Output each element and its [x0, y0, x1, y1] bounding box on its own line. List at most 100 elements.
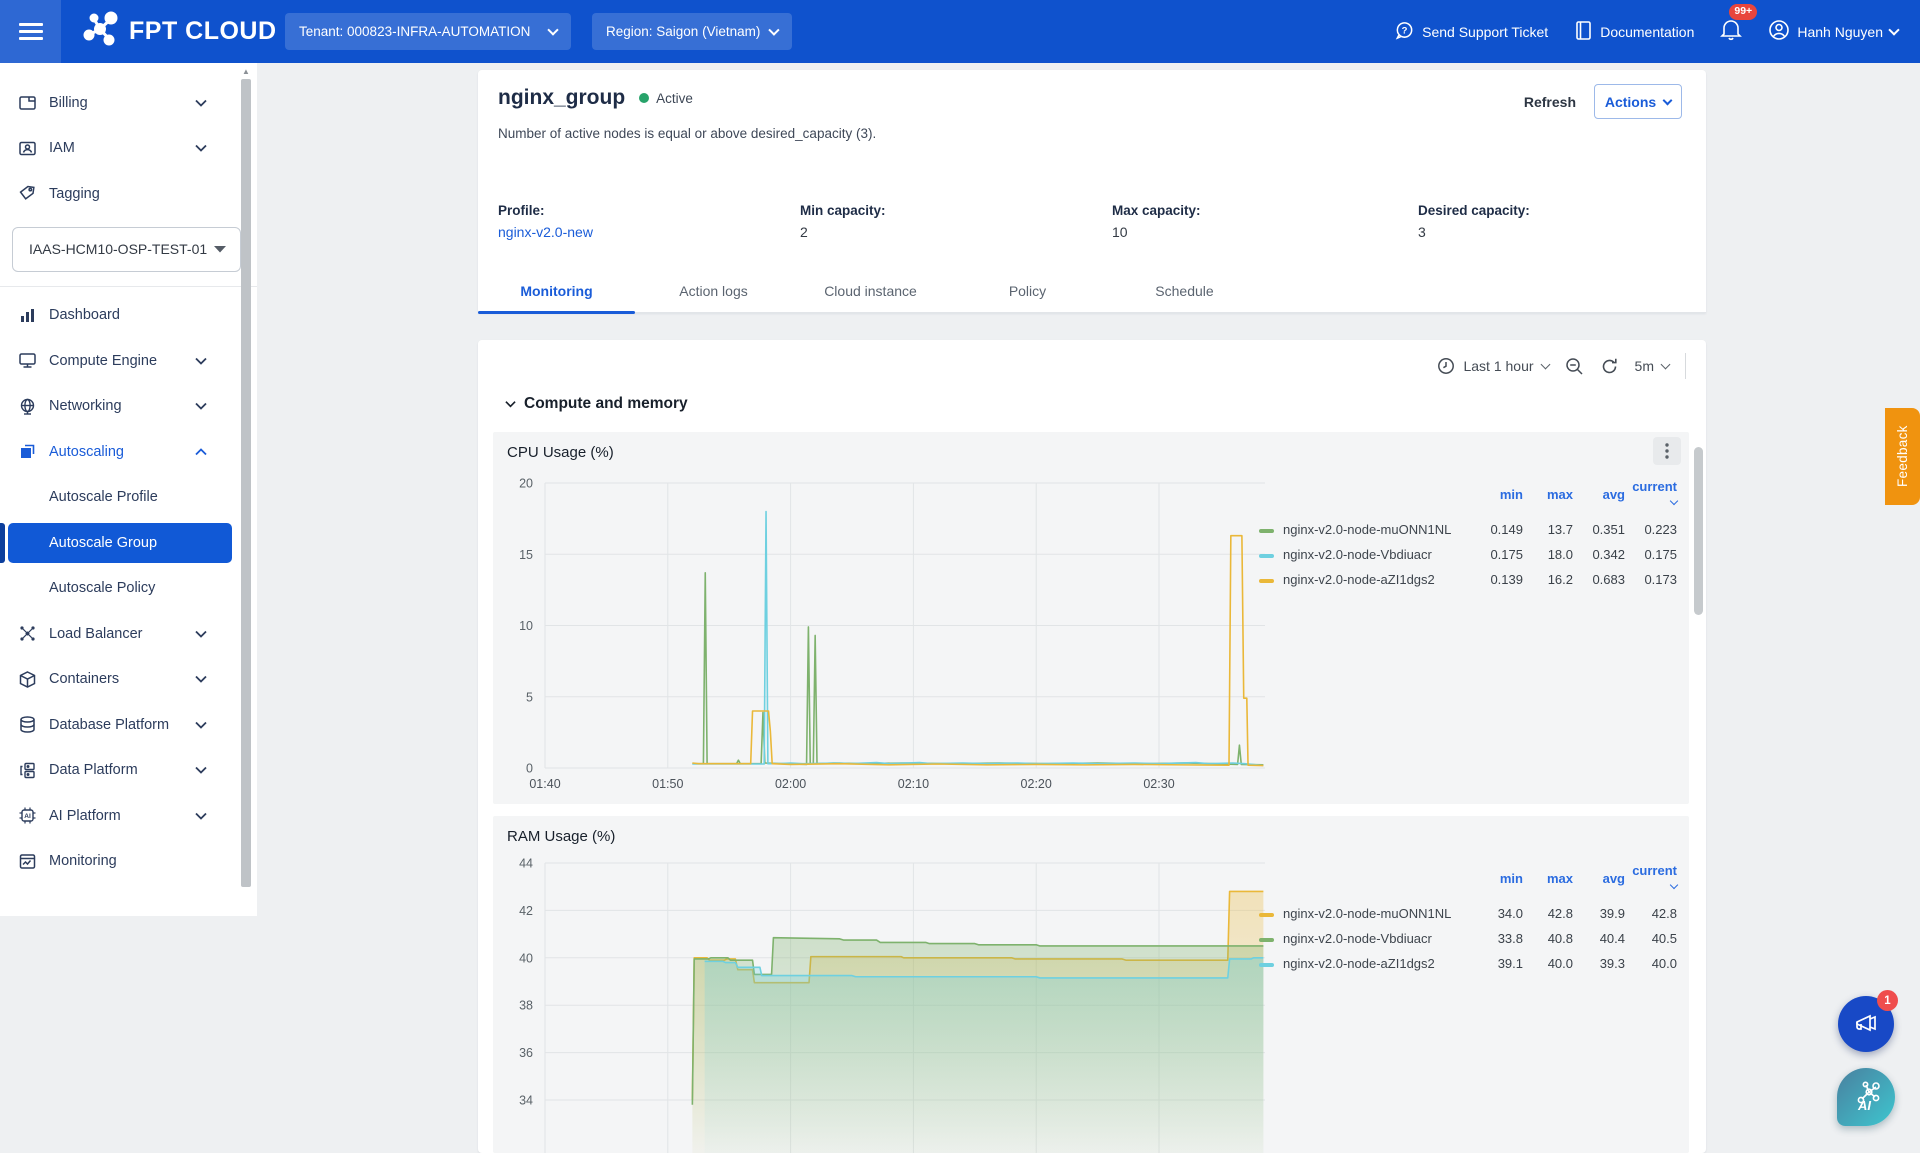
- feedback-button[interactable]: Feedback: [1885, 408, 1920, 505]
- divider: [0, 285, 257, 287]
- legend-sort-current[interactable]: current: [1625, 476, 1679, 517]
- sort-caret-icon: [1669, 880, 1679, 890]
- tag-icon: [17, 184, 37, 204]
- profile-link[interactable]: nginx-v2.0-new: [498, 224, 593, 240]
- section-compute-and-memory[interactable]: Compute and memory: [505, 395, 688, 413]
- sidebar-item-monitoring[interactable]: Monitoring: [0, 839, 257, 885]
- data-platform-icon: [17, 760, 37, 780]
- monitoring-scrollbar[interactable]: [1694, 440, 1703, 1153]
- sidebar-scrollbar[interactable]: ▲: [240, 65, 252, 913]
- cpu-chart[interactable]: 0 5 10 15 20 01:40 01:50 02:00 02:10 02:20 02:30: [493, 472, 1283, 804]
- legend-sort-max[interactable]: max: [1523, 860, 1573, 901]
- sidebar-item-data-platform[interactable]: Data Platform: [0, 748, 257, 794]
- tab-policy[interactable]: Policy: [949, 269, 1106, 312]
- tab-action-logs[interactable]: Action logs: [635, 269, 792, 312]
- sidebar-item-networking[interactable]: Networking: [0, 384, 257, 430]
- send-support-ticket-button[interactable]: ? Send Support Ticket: [1394, 20, 1548, 44]
- ram-legend: min max avg current nginx-v2.0-node-muONN1NL…: [1259, 860, 1679, 976]
- database-icon: [17, 715, 37, 735]
- sidebar-item-ai-platform[interactable]: AI AI Platform: [0, 793, 257, 839]
- legend-series-name[interactable]: nginx-v2.0-node-Vbdiuacr: [1259, 542, 1471, 567]
- svg-text:0: 0: [526, 762, 533, 776]
- legend-avg-value: 0.351: [1592, 522, 1625, 537]
- actions-button[interactable]: Actions: [1594, 84, 1682, 119]
- legend-min-value: 34.0: [1497, 906, 1523, 921]
- sidebar-item-autoscale-policy[interactable]: Autoscale Policy: [0, 566, 257, 612]
- svg-text:01:40: 01:40: [529, 777, 560, 791]
- announcements-button[interactable]: 1: [1838, 990, 1898, 1052]
- svg-text:01:50: 01:50: [652, 777, 683, 791]
- legend-row: nginx-v2.0-node-aZI1dgs2 0.139 16.2 0.683 0.…: [1259, 567, 1677, 592]
- legend-avg-value: 0.683: [1592, 572, 1625, 587]
- iam-icon: [17, 138, 37, 158]
- refresh-button[interactable]: Refresh: [1524, 94, 1576, 110]
- region-dropdown[interactable]: Region: Saigon (Vietnam): [592, 13, 792, 50]
- svg-text:02:20: 02:20: [1021, 777, 1052, 791]
- time-range-dropdown[interactable]: Last 1 hour: [1437, 357, 1550, 375]
- sidebar-item-tagging[interactable]: Tagging: [0, 171, 257, 217]
- user-menu[interactable]: Hanh Nguyen: [1768, 19, 1900, 44]
- page-title: nginx_group: [498, 86, 626, 109]
- scrollbar-thumb[interactable]: [241, 79, 251, 887]
- documentation-button[interactable]: Documentation: [1574, 20, 1694, 44]
- svg-text:38: 38: [519, 999, 533, 1013]
- legend-sort-avg[interactable]: avg: [1573, 476, 1625, 517]
- tenant-dropdown[interactable]: Tenant: 000823-INFRA-AUTOMATION: [285, 13, 571, 50]
- cpu-legend: min max avg current nginx-v2.0-node-muONN1NL…: [1259, 476, 1679, 592]
- legend-sort-min[interactable]: min: [1471, 860, 1523, 901]
- chevron-down-icon: [195, 99, 207, 107]
- sidebar-item-database-platform[interactable]: Database Platform: [0, 702, 257, 748]
- sidebar-item-autoscaling[interactable]: Autoscaling: [0, 429, 257, 475]
- legend-series-name[interactable]: nginx-v2.0-node-aZI1dgs2: [1259, 567, 1471, 592]
- sidebar-item-containers[interactable]: Containers: [0, 657, 257, 703]
- fpt-ai-assistant-button[interactable]: AI: [1837, 1068, 1895, 1126]
- containers-icon: [17, 669, 37, 689]
- legend-sort-avg[interactable]: avg: [1573, 860, 1625, 901]
- legend-min-value: 33.8: [1497, 931, 1523, 946]
- svg-text:10: 10: [519, 619, 533, 633]
- sidebar-item-billing[interactable]: Billing: [0, 80, 257, 126]
- legend-series-name[interactable]: nginx-v2.0-node-muONN1NL: [1259, 901, 1471, 926]
- chevron-down-icon: [195, 144, 207, 153]
- tab-monitoring[interactable]: Monitoring: [478, 269, 635, 314]
- legend-series-name[interactable]: nginx-v2.0-node-aZI1dgs2: [1259, 951, 1471, 976]
- scroll-up-arrow[interactable]: ▲: [240, 65, 252, 77]
- sidebar-item-compute-engine[interactable]: Compute Engine: [0, 338, 257, 384]
- dashboard-icon: [17, 305, 37, 325]
- vpc-select[interactable]: IAAS-HCM10-OSP-TEST-01: [12, 226, 241, 272]
- series-color-swatch: [1259, 528, 1274, 533]
- active-indicator: [0, 523, 5, 563]
- monitoring-panel: Last 1 hour 5m Compute and memory CPU Us…: [478, 340, 1706, 1153]
- legend-max-value: 40.0: [1547, 956, 1573, 971]
- tab-cloud-instance[interactable]: Cloud instance: [792, 269, 949, 312]
- svg-text:?: ?: [1402, 25, 1408, 36]
- svg-text:44: 44: [519, 857, 533, 871]
- scrollbar-thumb[interactable]: [1694, 447, 1703, 615]
- ram-chart[interactable]: 44 42 40 38 36 34: [493, 852, 1283, 1153]
- legend-series-name[interactable]: nginx-v2.0-node-Vbdiuacr: [1259, 926, 1471, 951]
- autoscaling-icon: [17, 442, 37, 462]
- sidebar-item-autoscale-group[interactable]: Autoscale Group: [0, 520, 257, 566]
- sidebar-item-iam[interactable]: IAM: [0, 126, 257, 172]
- hamburger-menu-icon[interactable]: [0, 0, 61, 63]
- legend-series-name[interactable]: nginx-v2.0-node-muONN1NL: [1259, 517, 1471, 542]
- zoom-out-button[interactable]: [1565, 357, 1584, 376]
- legend-sort-max[interactable]: max: [1523, 476, 1573, 517]
- sidebar-item-autoscale-profile[interactable]: Autoscale Profile: [0, 475, 257, 521]
- sidebar-item-dashboard[interactable]: Dashboard: [0, 293, 257, 339]
- interval-dropdown[interactable]: 5m: [1635, 358, 1671, 374]
- chevron-down-icon: [195, 721, 207, 729]
- refresh-dashboard-button[interactable]: [1600, 357, 1619, 376]
- series-color-swatch: [1259, 578, 1274, 583]
- legend-sort-current[interactable]: current: [1625, 860, 1679, 901]
- billing-icon: [17, 93, 37, 113]
- legend-sort-min[interactable]: min: [1471, 476, 1523, 517]
- svg-text:20: 20: [519, 477, 533, 491]
- series-color-swatch: [1259, 553, 1274, 558]
- notifications-button[interactable]: 99+: [1720, 4, 1758, 46]
- legend-min-value: 39.1: [1497, 956, 1523, 971]
- fpt-cloud-logo[interactable]: FPT CLOUD: [80, 0, 277, 63]
- tab-schedule[interactable]: Schedule: [1106, 269, 1263, 312]
- sidebar-item-load-balancer[interactable]: Load Balancer: [0, 611, 257, 657]
- panel-menu-button[interactable]: [1653, 437, 1681, 465]
